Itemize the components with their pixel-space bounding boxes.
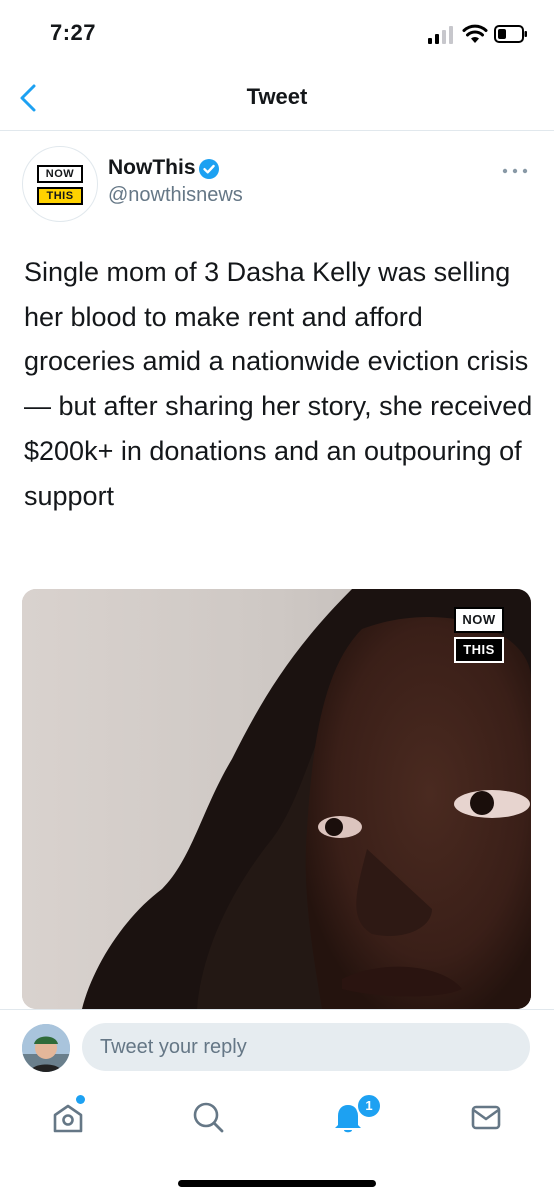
home-new-content-dot — [76, 1095, 85, 1104]
more-options-icon[interactable] — [500, 164, 530, 178]
tweet-text: Single mom of 3 Dasha Kelly was selling … — [24, 257, 533, 511]
page-title: Tweet — [246, 84, 308, 109]
author-handle[interactable]: @nowthisnews — [108, 184, 243, 207]
notifications-badge: 1 — [356, 1093, 382, 1119]
author-avatar[interactable]: NOW THIS — [22, 146, 98, 222]
reply-input[interactable]: Tweet your reply — [82, 1023, 530, 1071]
avatar-logo-now: NOW — [37, 165, 83, 183]
avatar-logo-this: THIS — [37, 187, 83, 205]
messages-icon — [471, 1105, 501, 1130]
media-logo-now: NOW — [454, 607, 504, 633]
media-logo-this: THIS — [454, 637, 504, 663]
cellular-signal-icon — [428, 26, 453, 44]
home-indicator — [178, 1180, 376, 1187]
status-time: 7:27 — [50, 20, 97, 45]
user-avatar[interactable] — [22, 1024, 70, 1072]
reply-bar: Tweet your reply — [0, 1009, 554, 1086]
verified-badge-icon — [199, 159, 219, 179]
battery-icon — [494, 25, 527, 43]
status-bar: 7:27 — [0, 0, 554, 66]
user-avatar-image — [22, 1024, 70, 1072]
wifi-icon — [462, 24, 488, 43]
author-display-name[interactable]: NowThis — [108, 156, 196, 180]
tab-messages[interactable] — [466, 1097, 506, 1137]
tweet-detail-screen: 7:27 Tweet NOW THIS NowThis @nowthisnews… — [0, 0, 554, 1200]
search-icon — [193, 1102, 224, 1133]
navigation-bar: Tweet — [0, 66, 554, 131]
media-watermark-logo: NOW THIS — [454, 607, 504, 663]
tab-search[interactable] — [188, 1097, 228, 1137]
